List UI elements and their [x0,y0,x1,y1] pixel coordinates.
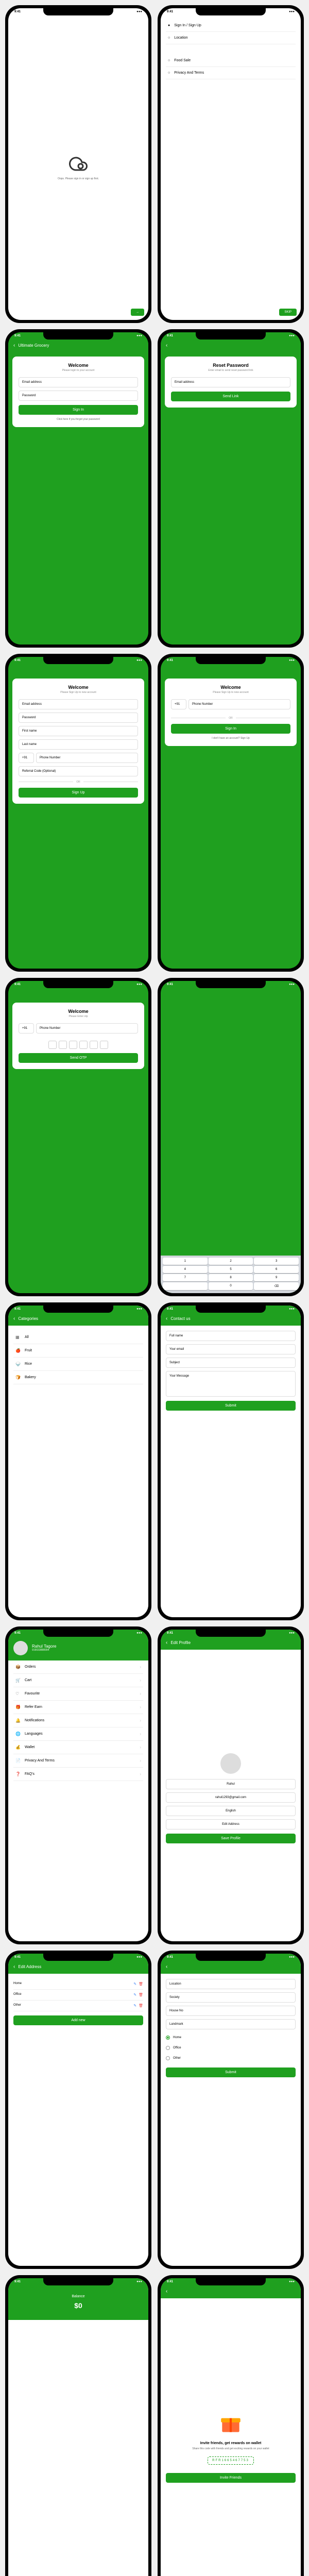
signup-button[interactable]: Sign Up [19,788,138,798]
invite-button[interactable]: Invite Friends [166,2473,296,2483]
email-field[interactable]: Email address [19,377,138,387]
numeric-keyboard[interactable]: 123 456 789 0⌫ [161,1256,301,1293]
cat-rice[interactable]: 🍚Rice [13,1358,143,1371]
menu-location[interactable]: ○Location [166,32,296,44]
referral-code[interactable]: RFR1665467753 [208,2456,254,2465]
back-icon[interactable]: ‹ [13,343,15,348]
menu-signin[interactable]: ●Sign In / Sign Up [166,20,296,32]
delete-icon: 🗑 [139,1982,143,1986]
back-icon[interactable]: ‹ [13,1316,15,1321]
menu-foodsale[interactable]: ○Food Sale [166,55,296,67]
back-icon[interactable]: ‹ [166,343,167,348]
otp-inputs[interactable] [19,1041,138,1049]
sendotp-button[interactable]: Send OTP [19,1053,138,1063]
edit-icon: ✎ [133,1982,136,1986]
submit-button[interactable]: Submit [166,2067,296,2077]
menu-privacy[interactable]: ○Privacy And Terms [166,67,296,79]
save-profile-button[interactable]: Save Profile [166,1834,296,1843]
cat-bakery[interactable]: 🍞Bakery [13,1371,143,1384]
signin-button[interactable]: Sign In [19,405,138,415]
signin-button[interactable]: Sign In [171,724,290,734]
gift-icon [218,2411,244,2436]
sendlink-button[interactable]: Send Link [171,392,290,401]
skip-button[interactable]: → [131,309,144,316]
avatar [13,1641,28,1655]
profile-header[interactable]: Rahul Tagore919033888994 [8,1636,148,1660]
cloud-logo-icon [69,155,88,173]
cat-all[interactable]: ▦All [13,1331,143,1344]
addnew-button[interactable]: Add new [13,2015,143,2025]
skip-button[interactable]: SKIP [279,309,297,316]
cat-fruit[interactable]: 🍎Fruit [13,1344,143,1358]
submit-button[interactable]: Submit [166,1401,296,1411]
email-field[interactable]: Email address [171,377,290,387]
password-field[interactable]: Password [19,391,138,401]
avatar-upload[interactable] [220,1753,241,1774]
splash-message: Oops. Please sign in or sign up first. [58,177,99,180]
